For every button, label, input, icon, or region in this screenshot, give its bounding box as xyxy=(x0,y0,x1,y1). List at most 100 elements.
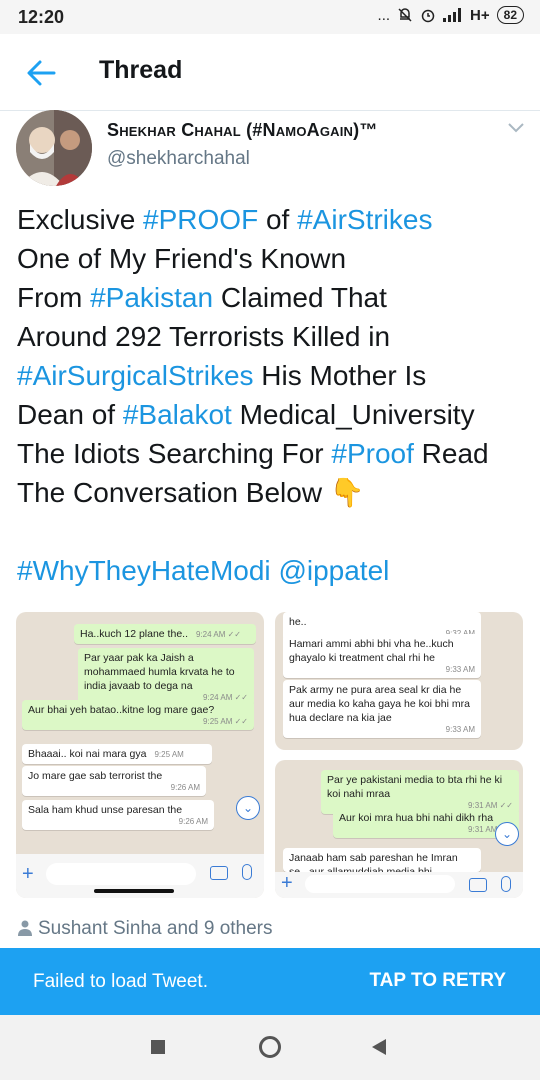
chat-text: Aur koi mra hua bhi nahi dikh rha xyxy=(339,812,494,824)
chevron-down-icon[interactable] xyxy=(504,118,528,138)
tweet-text-span: Exclusive xyxy=(17,204,144,235)
chat-bubble: Aur bhai yeh batao..kitne log mare gae? 9… xyxy=(22,700,254,730)
scroll-down-icon: ⌄ xyxy=(236,796,260,820)
chat-input-field xyxy=(305,875,455,893)
chat-bubble: Par yaar pak ka Jaish a mohammaed humla … xyxy=(78,648,254,706)
tweet-line: Exclusive #PROOF of #AirStrikes xyxy=(17,200,532,239)
tweet-line: #WhyTheyHateModi @ippatel xyxy=(17,551,532,590)
alarm-icon xyxy=(421,9,435,23)
battery-icon: 82 xyxy=(496,6,524,24)
page-title: Thread xyxy=(99,56,183,84)
mute-icon xyxy=(398,8,412,22)
tweet-text-span: One of My Friend's Known xyxy=(17,243,347,274)
back-arrow-icon[interactable] xyxy=(24,56,58,90)
signal-icon xyxy=(443,8,462,22)
status-time: 12:20 xyxy=(18,7,65,27)
chat-text: Sala ham khud unse paresan the xyxy=(28,804,183,816)
microphone-icon xyxy=(501,876,511,892)
hashtag-link[interactable]: #Balakot xyxy=(123,399,232,430)
author-name[interactable]: Shekhar Chahal (#NamoAgain)™ xyxy=(107,120,378,141)
recent-apps-icon[interactable] xyxy=(151,1040,165,1054)
chat-input-bar: + xyxy=(16,854,264,898)
tweet-image-1[interactable]: Ha..kuch 12 plane the.. 9:24 AM ✓✓ Par ya… xyxy=(16,612,264,898)
scroll-down-icon: ⌄ xyxy=(495,822,519,846)
chat-bubble: Aur koi mra hua bhi nahi dikh rha 9:31 AM… xyxy=(333,808,519,838)
home-icon[interactable] xyxy=(259,1036,281,1058)
chat-text: Par yaar pak ka Jaish a mohammaed humla … xyxy=(84,652,235,692)
chat-bubble: Ha..kuch 12 plane the.. 9:24 AM ✓✓ xyxy=(74,624,256,644)
error-banner: Failed to load Tweet. TAP TO RETRY xyxy=(0,948,540,1015)
hashtag-link[interactable]: #WhyTheyHateModi xyxy=(17,555,271,586)
chat-time: 9:33 AM xyxy=(445,665,475,674)
app-header: Thread xyxy=(0,34,540,111)
author-handle[interactable]: @shekharchahal xyxy=(107,148,250,170)
tweet-text-span: His Mother Is xyxy=(253,360,427,391)
chat-text: Pak army ne pura area seal kr dia he aur… xyxy=(289,684,470,724)
tweet-text-span: Read xyxy=(413,438,489,469)
hashtag-link[interactable]: #AirStrikes xyxy=(297,204,432,235)
chat-bubble: Janaab ham sab pareshan he Imran se...au… xyxy=(283,848,481,872)
hashtag-link[interactable]: #Pakistan xyxy=(90,282,213,313)
chat-text: Hamari ammi abhi bhi vha he..kuch ghayal… xyxy=(289,638,454,664)
chat-bubble: Pak army ne pura area seal kr dia he aur… xyxy=(283,680,481,738)
hashtag-link[interactable]: #PROOF xyxy=(143,204,258,235)
notification-dots: ... xyxy=(377,6,391,24)
chat-time: 9:33 AM xyxy=(445,725,475,734)
chat-text: Bhaaai.. koi nai mara gya xyxy=(28,748,147,760)
tweet-image-3[interactable]: Par ye pakistani media to bta rhi he ki … xyxy=(275,760,523,898)
tweet-text-span: Medical_University xyxy=(231,399,475,430)
hashtag-link[interactable]: #AirSurgicalStrikes xyxy=(17,360,254,391)
avatar[interactable] xyxy=(16,110,92,186)
chat-text: Par ye pakistani media to bta rhi he ki … xyxy=(327,774,503,800)
person-icon xyxy=(18,920,32,936)
tweet-text-span: The Conversation Below xyxy=(17,477,330,508)
status-bar: 12:20 ... H+ 82 xyxy=(0,0,540,34)
tweet-line: Dean of #Balakot Medical_University xyxy=(17,395,532,434)
chat-time: 9:26 AM xyxy=(178,817,208,826)
tweet-text-span: Dean of xyxy=(17,399,123,430)
liked-by[interactable]: Sushant Sinha and 9 others xyxy=(18,918,273,940)
back-triangle-icon[interactable] xyxy=(372,1039,386,1055)
system-navigation-bar xyxy=(0,1015,540,1080)
tweet-spacer xyxy=(17,512,532,551)
tweet-text-span: Claimed That xyxy=(213,282,387,313)
chat-text: Aur bhai yeh batao..kitne log mare gae? xyxy=(28,704,215,716)
error-message: Failed to load Tweet. xyxy=(33,971,208,992)
tweet-line: From #Pakistan Claimed That xyxy=(17,278,532,317)
tweet-text-span: of xyxy=(258,204,298,235)
chat-text: Ha..kuch 12 plane the.. xyxy=(80,628,188,640)
tweet-text-span: Around 292 Terrorists Killed in xyxy=(17,321,391,352)
chat-time: 9:26 AM xyxy=(170,783,200,792)
home-indicator xyxy=(94,889,174,893)
chat-bubble: Jo mare gae sab terrorist the 9:26 AM xyxy=(22,766,206,796)
chat-text: Jo mare gae sab terrorist the xyxy=(28,770,163,782)
microphone-icon xyxy=(242,864,252,880)
chat-input-bar: + xyxy=(275,872,523,898)
chat-time: 9:24 AM ✓✓ xyxy=(196,630,241,639)
tweet-line: The Idiots Searching For #Proof Read xyxy=(17,434,532,473)
mention-link[interactable]: @ippatel xyxy=(278,555,389,586)
tweet-text: Exclusive #PROOF of #AirStrikes One of M… xyxy=(17,200,532,590)
network-type: H+ xyxy=(470,6,490,24)
chat-time: 9:25 AM ✓✓ xyxy=(203,717,248,726)
chat-text: Janaab ham sab pareshan he Imran se...au… xyxy=(289,852,458,872)
chat-bubble: Sala ham khud unse paresan the 9:26 AM xyxy=(22,800,214,830)
chat-bubble: Hamari ammi abhi bhi vha he..kuch ghayal… xyxy=(283,634,481,678)
tweet-image-2[interactable]: he..9:32 AM Hamari ammi abhi bhi vha he.… xyxy=(275,612,523,750)
pointing-down-emoji: 👇 xyxy=(329,477,365,508)
plus-icon: + xyxy=(22,863,34,885)
tweet-line: #AirSurgicalStrikes His Mother Is xyxy=(17,356,532,395)
tweet-text-span: The Idiots Searching For xyxy=(17,438,332,469)
hashtag-link[interactable]: #Proof xyxy=(331,438,414,469)
tweet-text-span: From xyxy=(17,282,91,313)
status-icons: ... H+ 82 xyxy=(378,6,524,24)
chat-time: 9:31 AM ✓✓ xyxy=(468,825,513,834)
camera-icon xyxy=(210,866,228,880)
chat-time: 9:25 AM xyxy=(154,750,184,759)
tweet-line: One of My Friend's Known xyxy=(17,239,532,278)
liked-by-text: Sushant Sinha and 9 others xyxy=(38,918,273,939)
retry-button[interactable]: TAP TO RETRY xyxy=(369,970,506,992)
tweet-line: Around 292 Terrorists Killed in xyxy=(17,317,532,356)
chat-text: he.. xyxy=(289,616,307,628)
camera-icon xyxy=(469,878,487,892)
